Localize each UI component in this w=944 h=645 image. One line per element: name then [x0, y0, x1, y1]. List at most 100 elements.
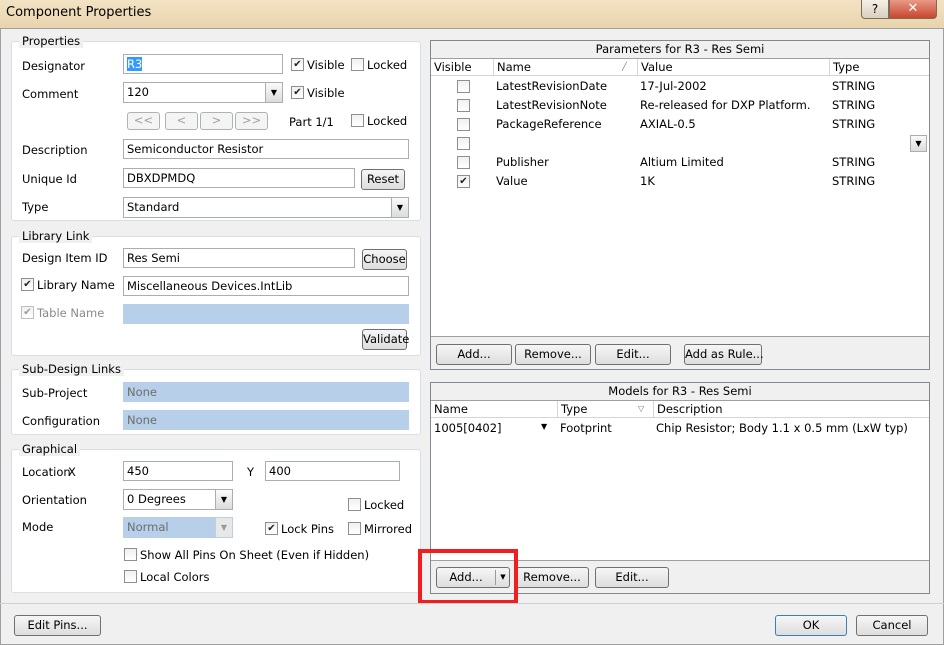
location-y-input[interactable]: 400 [265, 461, 400, 481]
library-name-checkbox[interactable]: ✔ [21, 278, 34, 291]
row-name: Value [496, 174, 528, 188]
chevron-down-icon[interactable]: ▼ [910, 135, 927, 152]
sort-icon: ▽ [638, 404, 645, 413]
part-locked-checkbox[interactable] [351, 114, 364, 127]
column-header-description[interactable]: Description [657, 402, 723, 416]
designator-input[interactable]: R3 [123, 54, 283, 74]
comment-combo[interactable]: 120 ▼ [123, 82, 283, 103]
add-as-rule-button[interactable]: Add as Rule... [684, 344, 764, 365]
add-parameter-button[interactable]: Add... [436, 344, 512, 365]
row-visible-checkbox[interactable] [457, 118, 470, 131]
reset-button[interactable]: Reset [361, 169, 405, 190]
table-row[interactable]: 1005[0402] ▼ Footprint Chip Resistor; Bo… [431, 419, 929, 438]
last-part-button[interactable]: >> [235, 112, 268, 130]
row-name: LatestRevisionNote [496, 98, 607, 112]
comment-visible-checkbox[interactable]: ✔ [291, 86, 304, 99]
column-header-type[interactable]: Type [561, 402, 587, 416]
table-row[interactable]: LatestRevisionDate 17-Jul-2002 STRING [431, 77, 929, 96]
model-description: Chip Resistor; Body 1.1 x 0.5 mm (LxW ty… [656, 421, 908, 435]
configuration-input[interactable]: None [123, 410, 409, 430]
remove-model-button[interactable]: Remove... [515, 567, 589, 588]
row-value: Re-released for DXP Platform. [640, 98, 811, 112]
unique-id-input[interactable]: DBXDPMDQ [123, 168, 355, 188]
models-panel-title: Models for R3 - Res Semi [431, 383, 929, 401]
library-name-input[interactable]: Miscellaneous Devices.IntLib [123, 276, 409, 296]
chevron-down-icon[interactable]: ▼ [265, 83, 282, 102]
row-type: STRING [832, 117, 876, 131]
table-row[interactable]: LatestRevisionNote Re-released for DXP P… [431, 96, 929, 115]
remove-parameter-button[interactable]: Remove... [515, 344, 591, 365]
parameters-panel: Parameters for R3 - Res Semi Visible Nam… [430, 40, 930, 370]
parameters-panel-title: Parameters for R3 - Res Semi [431, 41, 929, 59]
next-part-button[interactable]: > [200, 112, 233, 130]
row-type: STRING [832, 136, 876, 150]
design-item-id-label: Design Item ID [22, 251, 108, 265]
description-input[interactable]: Semiconductor Resistor [123, 139, 409, 159]
row-visible-checkbox[interactable]: ✔ [457, 175, 470, 188]
column-header-visible[interactable]: Visible [434, 60, 472, 74]
column-header-name[interactable]: Name [497, 60, 531, 74]
edit-parameter-button[interactable]: Edit... [595, 344, 671, 365]
sub-project-input[interactable]: None [123, 382, 409, 402]
previous-part-button[interactable]: < [165, 112, 198, 130]
row-visible-checkbox[interactable] [457, 137, 470, 150]
cancel-button[interactable]: Cancel [856, 615, 928, 636]
chevron-down-icon[interactable]: ▼ [541, 422, 547, 431]
first-part-button[interactable]: << [127, 112, 160, 130]
table-row[interactable]: ✔ Value 1K STRING [431, 172, 929, 191]
highlight-box [418, 549, 518, 604]
table-name-checkbox[interactable]: ✔ [21, 306, 34, 319]
help-button[interactable]: ? [861, 0, 889, 19]
location-label: Location [22, 465, 71, 479]
local-colors-checkbox[interactable] [124, 570, 137, 583]
ok-button[interactable]: OK [775, 615, 847, 636]
type-value: Standard [127, 200, 180, 214]
validate-button[interactable]: Validate [362, 329, 409, 350]
title-bar[interactable]: Component Properties ? ✕ [0, 0, 944, 28]
column-header-type[interactable]: Type [833, 60, 859, 74]
show-all-pins-label: Show All Pins On Sheet (Even if Hidden) [140, 548, 370, 562]
column-header-value[interactable]: Value [641, 60, 673, 74]
chevron-down-icon[interactable]: ▼ [215, 490, 232, 509]
table-row[interactable]: Published 8-Jun-2000 STRING ▼ [431, 134, 929, 153]
edit-pins-button[interactable]: Edit Pins... [14, 615, 101, 636]
row-visible-checkbox[interactable] [457, 80, 470, 93]
close-button[interactable]: ✕ [889, 0, 937, 19]
lock-pins-checkbox[interactable]: ✔ [265, 522, 278, 535]
show-all-pins-checkbox[interactable] [124, 548, 137, 561]
graphical-locked-checkbox[interactable] [348, 498, 361, 511]
location-x-input[interactable]: 450 [123, 461, 233, 481]
table-row[interactable]: PackageReference AXIAL-0.5 STRING [431, 115, 929, 134]
table-row[interactable]: Publisher Altium Limited STRING [431, 153, 929, 172]
row-value: AXIAL-0.5 [640, 117, 696, 131]
location-x-label: X [68, 465, 76, 479]
choose-button[interactable]: Choose [362, 249, 407, 270]
configuration-label: Configuration [22, 414, 100, 428]
graphical-group-label: Graphical [19, 442, 81, 456]
design-item-id-input[interactable]: Res Semi [123, 248, 355, 268]
column-header-name[interactable]: Name [434, 402, 468, 416]
row-visible-checkbox[interactable] [457, 156, 470, 169]
table-name-input[interactable] [123, 304, 409, 324]
lock-pins-label: Lock Pins [281, 522, 335, 536]
chevron-down-icon[interactable]: ▼ [391, 198, 408, 217]
row-visible-checkbox[interactable] [457, 99, 470, 112]
designator-locked-label: Locked [367, 58, 408, 72]
orientation-combo[interactable]: 0 Degrees ▼ [123, 489, 233, 510]
edit-model-button[interactable]: Edit... [595, 567, 669, 588]
type-combo[interactable]: Standard ▼ [123, 197, 409, 218]
designator-visible-label: Visible [307, 58, 345, 72]
chevron-down-icon[interactable]: ▼ [215, 518, 232, 537]
designator-visible-checkbox[interactable]: ✔ [291, 58, 304, 71]
window-title: Component Properties [6, 5, 152, 20]
part-locked-label: Locked [367, 114, 408, 128]
designator-locked-checkbox[interactable] [351, 58, 364, 71]
row-type: STRING [832, 79, 876, 93]
type-label: Type [22, 200, 49, 214]
mode-value: Normal [127, 520, 169, 534]
local-colors-label: Local Colors [140, 570, 210, 584]
model-type: Footprint [560, 421, 612, 435]
table-name-label: Table Name [37, 306, 105, 320]
mode-combo[interactable]: Normal ▼ [123, 517, 233, 538]
mirrored-checkbox[interactable] [348, 522, 361, 535]
